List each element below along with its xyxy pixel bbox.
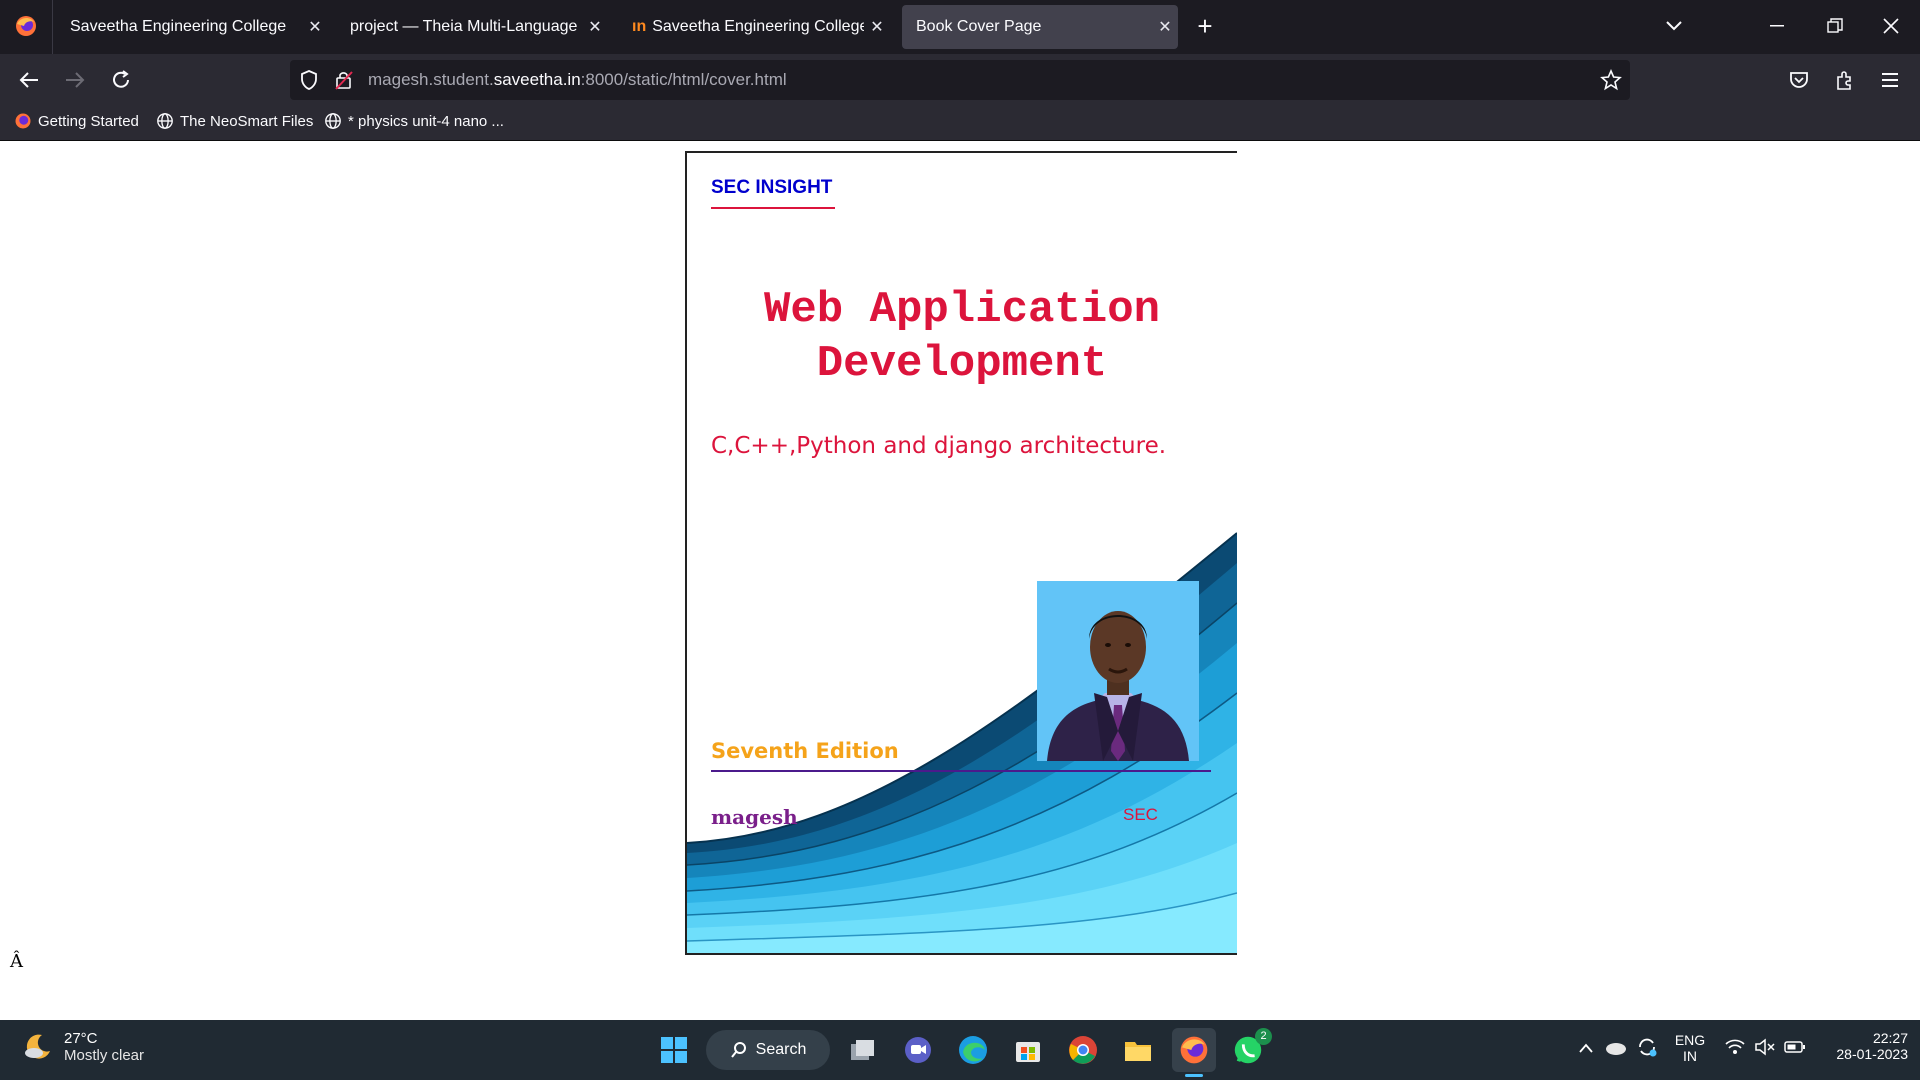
tab-separator — [52, 0, 53, 54]
minimize-icon[interactable] — [1770, 24, 1786, 28]
battery-icon[interactable] — [1784, 1040, 1806, 1054]
clock[interactable]: 22:27 28-01-2023 — [1820, 1030, 1908, 1062]
weather-widget[interactable]: 27°C Mostly clear — [22, 1030, 144, 1064]
forward-arrow-icon[interactable] — [64, 70, 86, 90]
show-hidden-icons-chevron[interactable] — [1578, 1042, 1594, 1054]
onedrive-cloud-icon[interactable] — [1604, 1038, 1628, 1056]
url-host: saveetha.in — [493, 70, 581, 89]
bookmark-getting-started[interactable]: Getting Started — [14, 112, 139, 130]
extensions-icon[interactable] — [1834, 69, 1856, 91]
speaker-muted-icon[interactable] — [1754, 1038, 1776, 1056]
language-indicator[interactable]: ENG IN — [1672, 1032, 1708, 1064]
tab-2[interactable]: project — Theia Multi-Language Ex ✕ — [336, 5, 608, 49]
firefox-icon — [1180, 1036, 1208, 1064]
tab-close-icon[interactable]: ✕ — [864, 17, 890, 37]
book-cover: SEC INSIGHT Web Application Development … — [685, 151, 1237, 955]
globe-icon — [325, 113, 341, 129]
close-window-icon[interactable] — [1883, 18, 1899, 34]
author-name: magesh — [711, 805, 798, 829]
page-viewport: SEC INSIGHT Web Application Development … — [0, 141, 1920, 1020]
tab-title: Book Cover Page — [916, 18, 1042, 35]
search-label: Search — [755, 1041, 807, 1058]
author-portrait — [1037, 581, 1199, 761]
globe-icon — [157, 113, 173, 129]
tab-close-icon[interactable]: ✕ — [1152, 17, 1178, 37]
teams-chat-icon[interactable] — [900, 1032, 936, 1068]
moon-cloud-icon — [25, 1034, 50, 1059]
shield-icon[interactable] — [298, 69, 320, 91]
bookmark-label: * physics unit-4 nano ... — [348, 112, 504, 130]
region-code: IN — [1683, 1048, 1697, 1064]
sync-icon[interactable] — [1636, 1036, 1658, 1058]
bookmark-star-icon[interactable] — [1600, 69, 1622, 91]
weather-temperature: 27°C — [64, 1030, 98, 1047]
tab-close-icon[interactable]: ✕ — [582, 17, 608, 37]
file-explorer-icon[interactable] — [1120, 1032, 1156, 1068]
blue-wave-decoration — [687, 532, 1237, 953]
taskbar-search[interactable]: Search — [706, 1030, 830, 1070]
url-suffix: :8000/static/html/cover.html — [580, 70, 787, 89]
chrome-icon[interactable] — [1065, 1032, 1101, 1068]
windows-start-icon[interactable] — [656, 1032, 692, 1068]
address-bar[interactable]: magesh.student.saveetha.in:8000/static/h… — [290, 60, 1630, 100]
bookmark-physics[interactable]: * physics unit-4 nano ... — [324, 112, 504, 130]
bookmark-neosmart[interactable]: The NeoSmart Files — [156, 112, 313, 130]
firefox-menu-icon[interactable] — [14, 14, 38, 38]
publisher-name: SEC — [1123, 805, 1158, 824]
title-line-1: Web Application — [763, 285, 1161, 335]
tab-title: Saveetha Engineering College — [652, 18, 864, 35]
title-line-2: Development — [816, 339, 1108, 389]
author-photo — [1037, 581, 1199, 761]
microsoft-store-icon[interactable] — [1010, 1032, 1046, 1068]
search-icon — [730, 1042, 746, 1058]
url-prefix: magesh.student. — [368, 70, 494, 89]
brand-heading: SEC INSIGHT — [711, 177, 835, 209]
back-arrow-icon[interactable] — [18, 70, 40, 90]
firefox-icon — [15, 113, 31, 129]
list-all-tabs-icon[interactable] — [1664, 18, 1684, 34]
windows-taskbar: 27°C Mostly clear Search 2 ENG IN 22:27 … — [0, 1020, 1920, 1080]
firefox-taskbar-button[interactable] — [1172, 1028, 1216, 1072]
whatsapp-taskbar-button[interactable]: 2 — [1230, 1028, 1272, 1068]
tab-4-active[interactable]: Book Cover Page ✕ — [902, 5, 1178, 49]
notification-badge: 2 — [1255, 1028, 1272, 1045]
new-tab-button[interactable]: + — [1190, 11, 1220, 42]
edge-icon[interactable] — [955, 1032, 991, 1068]
stray-text-character: Â — [10, 951, 23, 972]
pocket-icon[interactable] — [1788, 69, 1810, 91]
tab-title: Saveetha Engineering College — [70, 18, 287, 35]
restore-icon[interactable] — [1827, 18, 1843, 34]
edition-label: Seventh Edition — [711, 739, 899, 763]
hamburger-menu-icon[interactable] — [1880, 71, 1900, 89]
book-title: Web Application Development — [687, 283, 1237, 391]
bookmark-label: The NeoSmart Files — [180, 112, 314, 130]
tab-1[interactable]: Saveetha Engineering College ✕ — [56, 5, 328, 49]
tab-title: project — Theia Multi-Language Ex — [350, 18, 582, 35]
wifi-icon[interactable] — [1724, 1038, 1746, 1056]
book-subtitle: C,C++,Python and django architecture. — [711, 433, 1167, 459]
navigation-toolbar: magesh.student.saveetha.in:8000/static/h… — [0, 54, 1920, 106]
language-code: ENG — [1674, 1032, 1706, 1048]
task-view-icon[interactable] — [845, 1032, 881, 1068]
weather-condition: Mostly clear — [64, 1047, 145, 1064]
reload-icon[interactable] — [110, 69, 132, 91]
active-app-indicator — [1185, 1074, 1203, 1077]
url-text[interactable]: magesh.student.saveetha.in:8000/static/h… — [368, 70, 787, 90]
bookmarks-toolbar: Getting Started The NeoSmart Files * phy… — [0, 106, 1920, 141]
tab-bar: Saveetha Engineering College ✕ project —… — [0, 0, 1920, 54]
tab-favicon-icon: ın — [632, 18, 647, 35]
tab-close-icon[interactable]: ✕ — [302, 17, 328, 37]
clock-date: 28-01-2023 — [1836, 1046, 1908, 1062]
tab-3[interactable]: ın Saveetha Engineering College ✕ — [618, 5, 890, 49]
edition-divider — [711, 770, 1211, 772]
insecure-lock-icon[interactable] — [334, 69, 354, 91]
clock-time: 22:27 — [1872, 1030, 1908, 1046]
bookmark-label: Getting Started — [38, 112, 139, 130]
